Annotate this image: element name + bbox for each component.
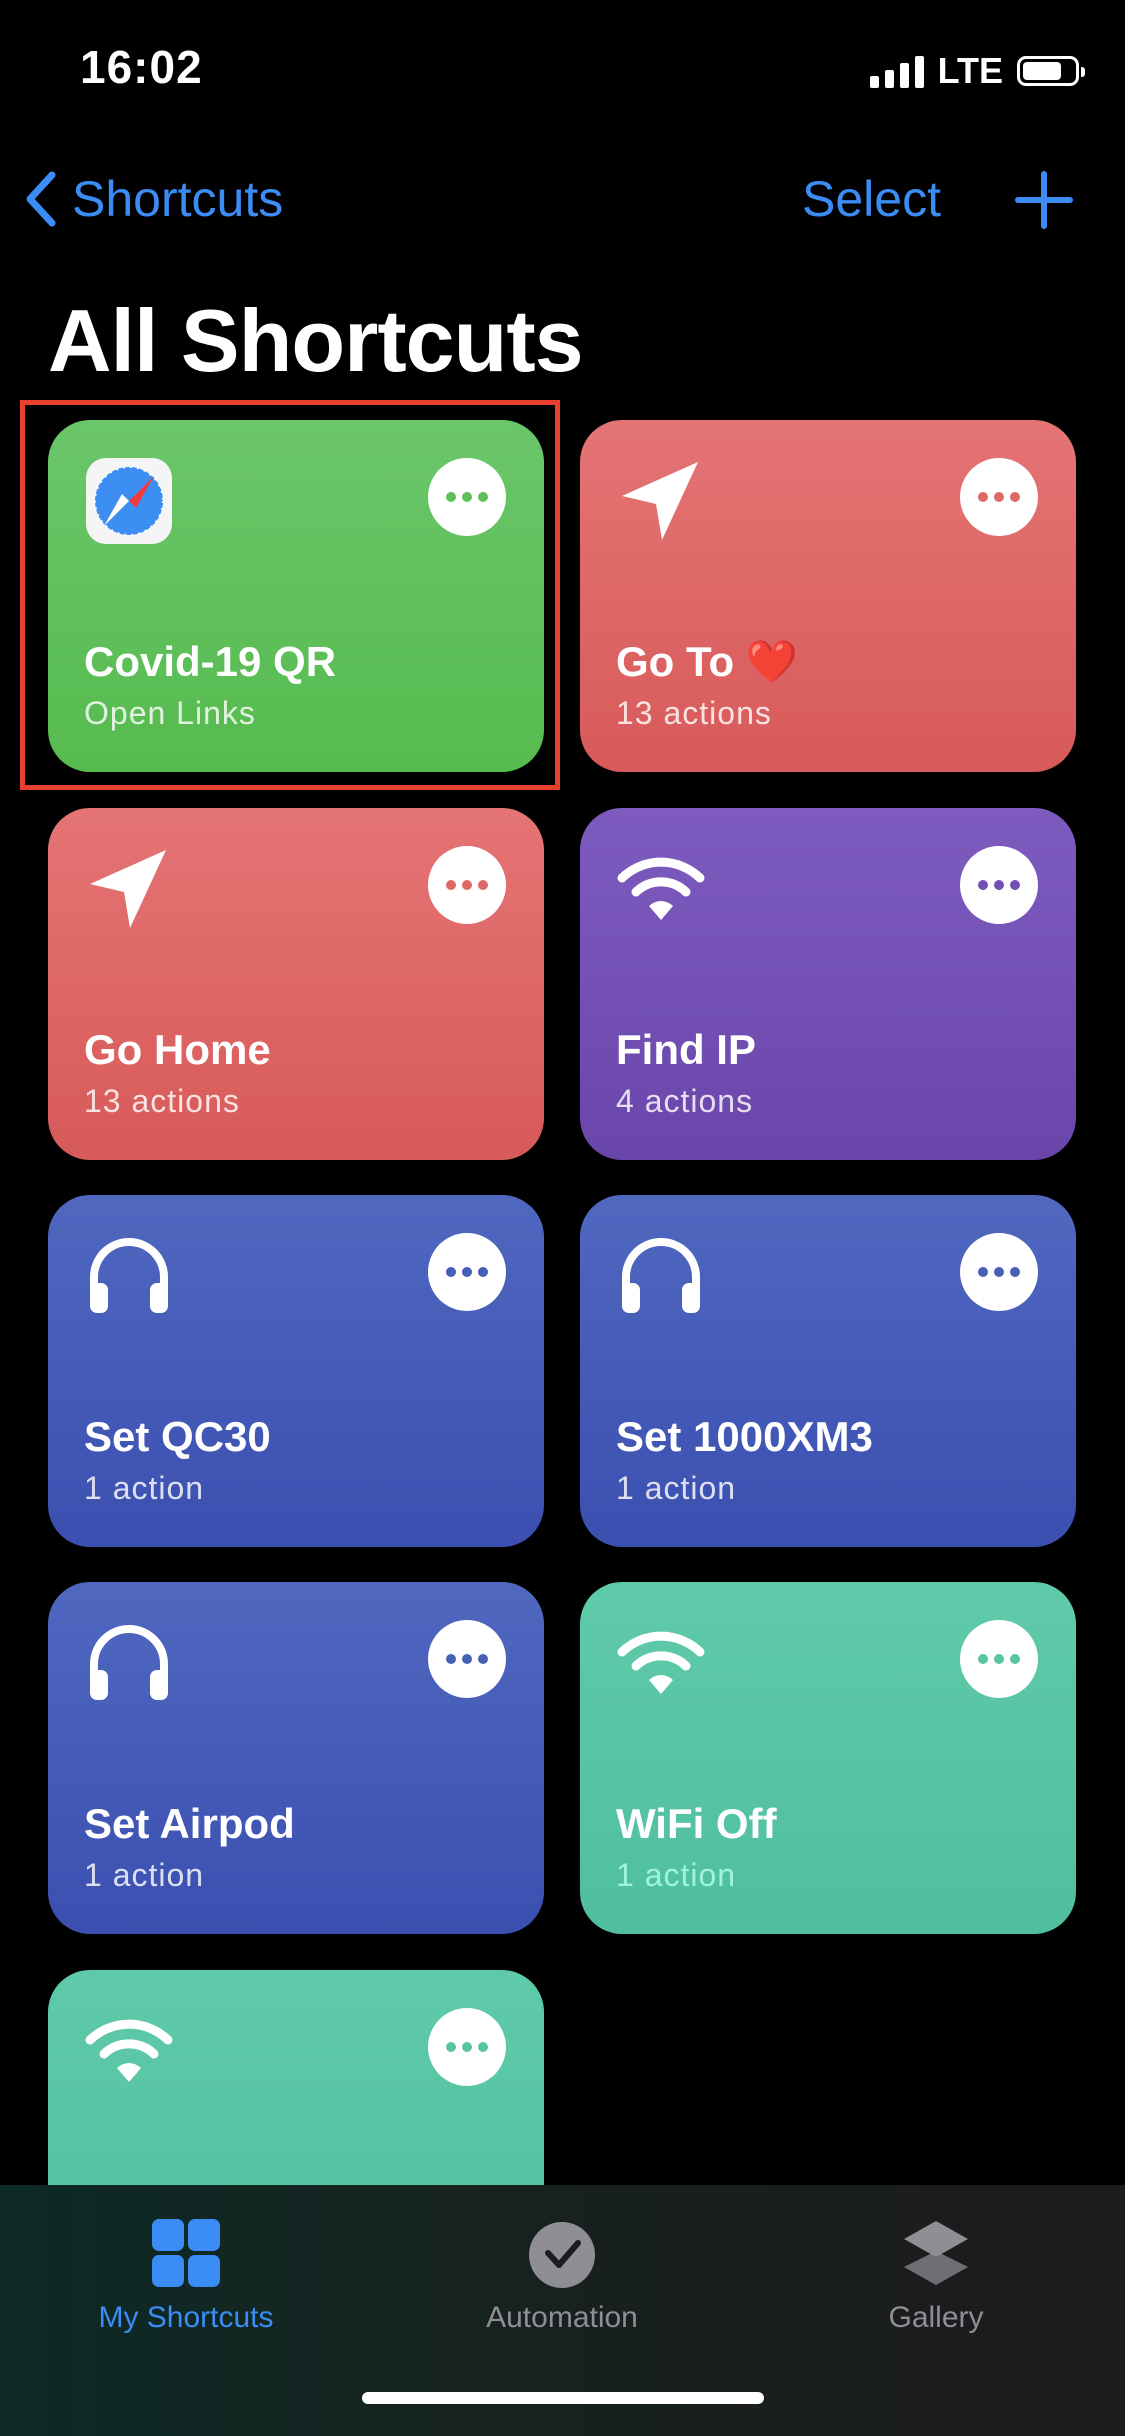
highlight-box xyxy=(20,400,560,790)
shortcut-card-find-ip[interactable]: Find IP 4 actions xyxy=(580,808,1076,1160)
shortcut-subtitle: 1 action xyxy=(84,1857,205,1893)
tab-my-shortcuts[interactable]: My Shortcuts xyxy=(56,2215,316,2335)
layers-icon xyxy=(904,2221,968,2285)
shortcut-card-set-1000xm3[interactable]: Set 1000XM3 1 action xyxy=(580,1195,1076,1547)
shortcut-subtitle: 1 action xyxy=(616,1470,737,1506)
shortcut-title: Find IP xyxy=(616,1026,756,1073)
more-button[interactable] xyxy=(428,2008,506,2086)
location-arrow-icon xyxy=(84,844,174,934)
shortcut-card-wifi-off[interactable]: WiFi Off 1 action xyxy=(580,1582,1076,1934)
grid-icon xyxy=(152,2219,220,2287)
more-button[interactable] xyxy=(960,1620,1038,1698)
shortcut-title: Set QC30 xyxy=(84,1413,271,1460)
more-button[interactable] xyxy=(428,1620,506,1698)
shortcut-subtitle: 1 action xyxy=(616,1857,737,1893)
shortcut-subtitle: 13 actions xyxy=(84,1083,240,1119)
shortcut-card-set-airpod[interactable]: Set Airpod 1 action xyxy=(48,1582,544,1934)
tab-label: Automation xyxy=(486,2301,638,2334)
shortcut-card-set-qc30[interactable]: Set QC30 1 action xyxy=(48,1195,544,1547)
shortcut-title: Set Airpod xyxy=(84,1800,295,1847)
clock-check-icon xyxy=(529,2222,595,2288)
shortcuts-grid: Covid-19 QR Open Links Go To ❤️ 13 actio… xyxy=(0,0,1125,2322)
shortcut-subtitle: 13 actions xyxy=(616,695,772,731)
shortcut-title: WiFi Off xyxy=(616,1800,777,1847)
more-button[interactable] xyxy=(960,458,1038,536)
tab-gallery[interactable]: Gallery xyxy=(806,2215,1066,2335)
shortcut-title: Go To ❤️ xyxy=(616,638,799,685)
wifi-icon xyxy=(616,844,706,934)
location-arrow-icon xyxy=(616,456,706,546)
more-button[interactable] xyxy=(428,846,506,924)
headphones-icon xyxy=(84,1231,174,1321)
headphones-icon xyxy=(616,1231,706,1321)
home-indicator[interactable] xyxy=(362,2392,764,2404)
more-button[interactable] xyxy=(960,846,1038,924)
more-button[interactable] xyxy=(428,1233,506,1311)
wifi-icon xyxy=(84,2006,174,2096)
shortcut-card-go-to[interactable]: Go To ❤️ 13 actions xyxy=(580,420,1076,772)
headphones-icon xyxy=(84,1618,174,1708)
shortcut-subtitle: 4 actions xyxy=(616,1083,754,1119)
tab-automation[interactable]: Automation xyxy=(432,2215,692,2335)
tab-label: Gallery xyxy=(888,2301,984,2334)
wifi-icon xyxy=(616,1618,706,1708)
more-button[interactable] xyxy=(960,1233,1038,1311)
shortcut-card-go-home[interactable]: Go Home 13 actions xyxy=(48,808,544,1160)
shortcut-title: Go Home xyxy=(84,1026,271,1073)
shortcut-subtitle: 1 action xyxy=(84,1470,205,1506)
shortcut-title: Set 1000XM3 xyxy=(616,1413,873,1460)
tab-label: My Shortcuts xyxy=(98,2301,274,2334)
